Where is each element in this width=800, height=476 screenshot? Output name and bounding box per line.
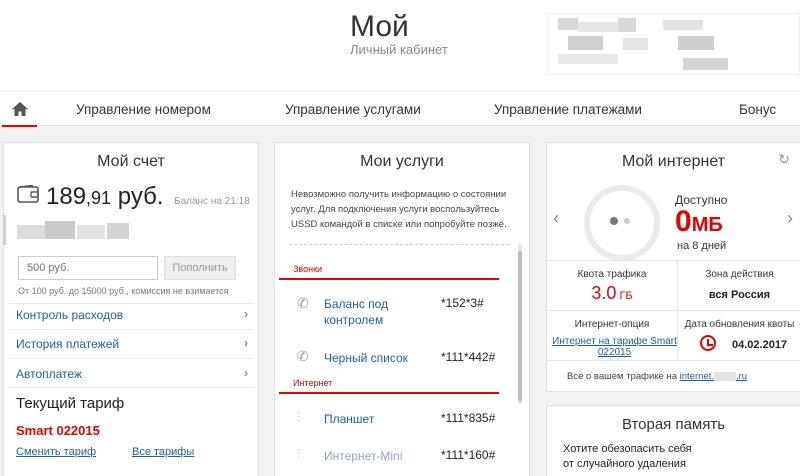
account-info-blurred[interactable] (547, 13, 800, 75)
current-tariff-heading: Текущий тариф (16, 395, 125, 412)
link-autopay[interactable]: Автоплатеж › (16, 366, 248, 381)
home-icon (11, 102, 28, 116)
phone-marker (3, 215, 6, 245)
scrollbar-thumb[interactable] (518, 251, 522, 401)
nav-manage-services[interactable]: Управление услугами (285, 102, 421, 117)
wifi-icon: ⫶ (297, 446, 301, 462)
divider (9, 358, 254, 359)
balance-timestamp: Баланс на 21:18 (174, 196, 250, 207)
topup-button[interactable]: Пополнить (164, 256, 236, 280)
internet-card: Мой интернет ↻ ‹ › Доступно 0МБ на 8 дне… (546, 142, 800, 392)
header: Мой Личный кабинет (0, 0, 800, 90)
available-days: на 8 дней (677, 240, 727, 252)
link-payment-history[interactable]: История платежей › (16, 336, 248, 351)
page-title: Мой (350, 10, 409, 43)
quota-date-label: Дата обновления квоты (684, 319, 795, 330)
page-subtitle: Личный кабинет (350, 42, 448, 57)
link-expense-control[interactable]: Контроль расходов › (16, 307, 248, 322)
chevron-right-icon: › (244, 366, 248, 380)
traffic-site-link[interactable]: internet. .ru (680, 371, 747, 382)
internet-option-link[interactable]: Интернет на тарифе Smart 022015 (552, 336, 677, 358)
gauge-dot (624, 218, 630, 224)
all-tariffs-link[interactable]: Все тарифы (132, 446, 194, 458)
chevron-right-icon: › (244, 336, 248, 350)
section-underline (279, 392, 499, 394)
account-title: Мой счет (97, 153, 165, 170)
chevron-right-icon[interactable]: › (787, 208, 793, 229)
quota-date-value: 04.02.2017 (732, 339, 788, 351)
second-memory-card: Вторая память Хотите обезопасить себя от… (546, 405, 800, 476)
quota-value: 3.0 ГБ (591, 283, 633, 303)
nav-manage-payments[interactable]: Управление платежами (494, 102, 642, 117)
refresh-icon[interactable]: ↻ (778, 151, 790, 168)
ussd-code: *111*442# (441, 350, 496, 364)
chevron-left-icon[interactable]: ‹ (553, 208, 559, 229)
ussd-code: *152*3# (441, 296, 484, 310)
service-tablet[interactable]: Планшет (324, 411, 374, 427)
traffic-gauge (584, 185, 660, 261)
section-internet: Интернет (293, 378, 333, 388)
topup-amount-input[interactable] (18, 256, 158, 280)
nav-bonus[interactable]: Бонус (739, 102, 776, 117)
services-title: Мои услуги (360, 153, 444, 170)
divider (547, 360, 800, 361)
nav-manage-number[interactable]: Управление номером (76, 102, 211, 117)
divider (9, 329, 254, 330)
available-value: 0МБ (675, 205, 723, 238)
wallet-icon (17, 184, 39, 208)
chevron-right-icon: › (244, 307, 248, 321)
services-error-message: Невозможно получить информацию о состоян… (291, 189, 507, 230)
service-balance-control[interactable]: Баланс под контролем (324, 296, 404, 328)
divider (547, 260, 800, 261)
clock-icon (700, 335, 716, 351)
divider (547, 310, 800, 311)
option-label: Интернет-опция (574, 319, 650, 330)
divider (9, 303, 254, 304)
internet-title: Мой интернет (621, 153, 726, 170)
second-memory-text: Хотите обезопасить себя от случайного уд… (563, 443, 692, 470)
phone-icon: ✆ (297, 295, 309, 311)
nav-home[interactable] (2, 92, 37, 127)
second-memory-title: Вторая память (621, 416, 726, 433)
phone-icon: ✆ (297, 348, 309, 364)
ussd-code: *111*160# (441, 448, 496, 462)
ussd-code: *111*835# (441, 411, 496, 425)
services-card: Мои услуги Невозможно получить информаци… (274, 142, 530, 476)
quota-label: Квота трафика (577, 269, 647, 280)
gauge-dot-active (610, 217, 618, 225)
divider (9, 387, 254, 388)
section-underline (279, 278, 499, 280)
divider (289, 244, 509, 245)
change-tariff-link[interactable]: Сменить тариф (16, 446, 96, 458)
traffic-info: Все о вашем трафике на internet. .ru (567, 371, 748, 382)
service-blacklist[interactable]: Черный список (324, 350, 408, 366)
wifi-icon: ⫶ (297, 409, 301, 425)
topup-note: От 100 руб. до 15000 руб., комиссия не в… (18, 286, 229, 296)
zone-label: Зона действия (705, 269, 774, 280)
current-tariff-name: Smart 022015 (16, 423, 100, 438)
main-nav: Управление номером Управление услугами У… (0, 92, 800, 127)
zone-value: вся Россия (708, 289, 771, 301)
section-calls: Звонки (293, 264, 323, 274)
account-card: Мой счет 189,91 руб. Баланс на 21:18 Поп… (3, 142, 259, 476)
service-internet-mini[interactable]: Интернет-Mini (324, 448, 402, 464)
balance-value: 189,91 руб. (46, 183, 164, 210)
phone-number-blurred (17, 221, 132, 243)
